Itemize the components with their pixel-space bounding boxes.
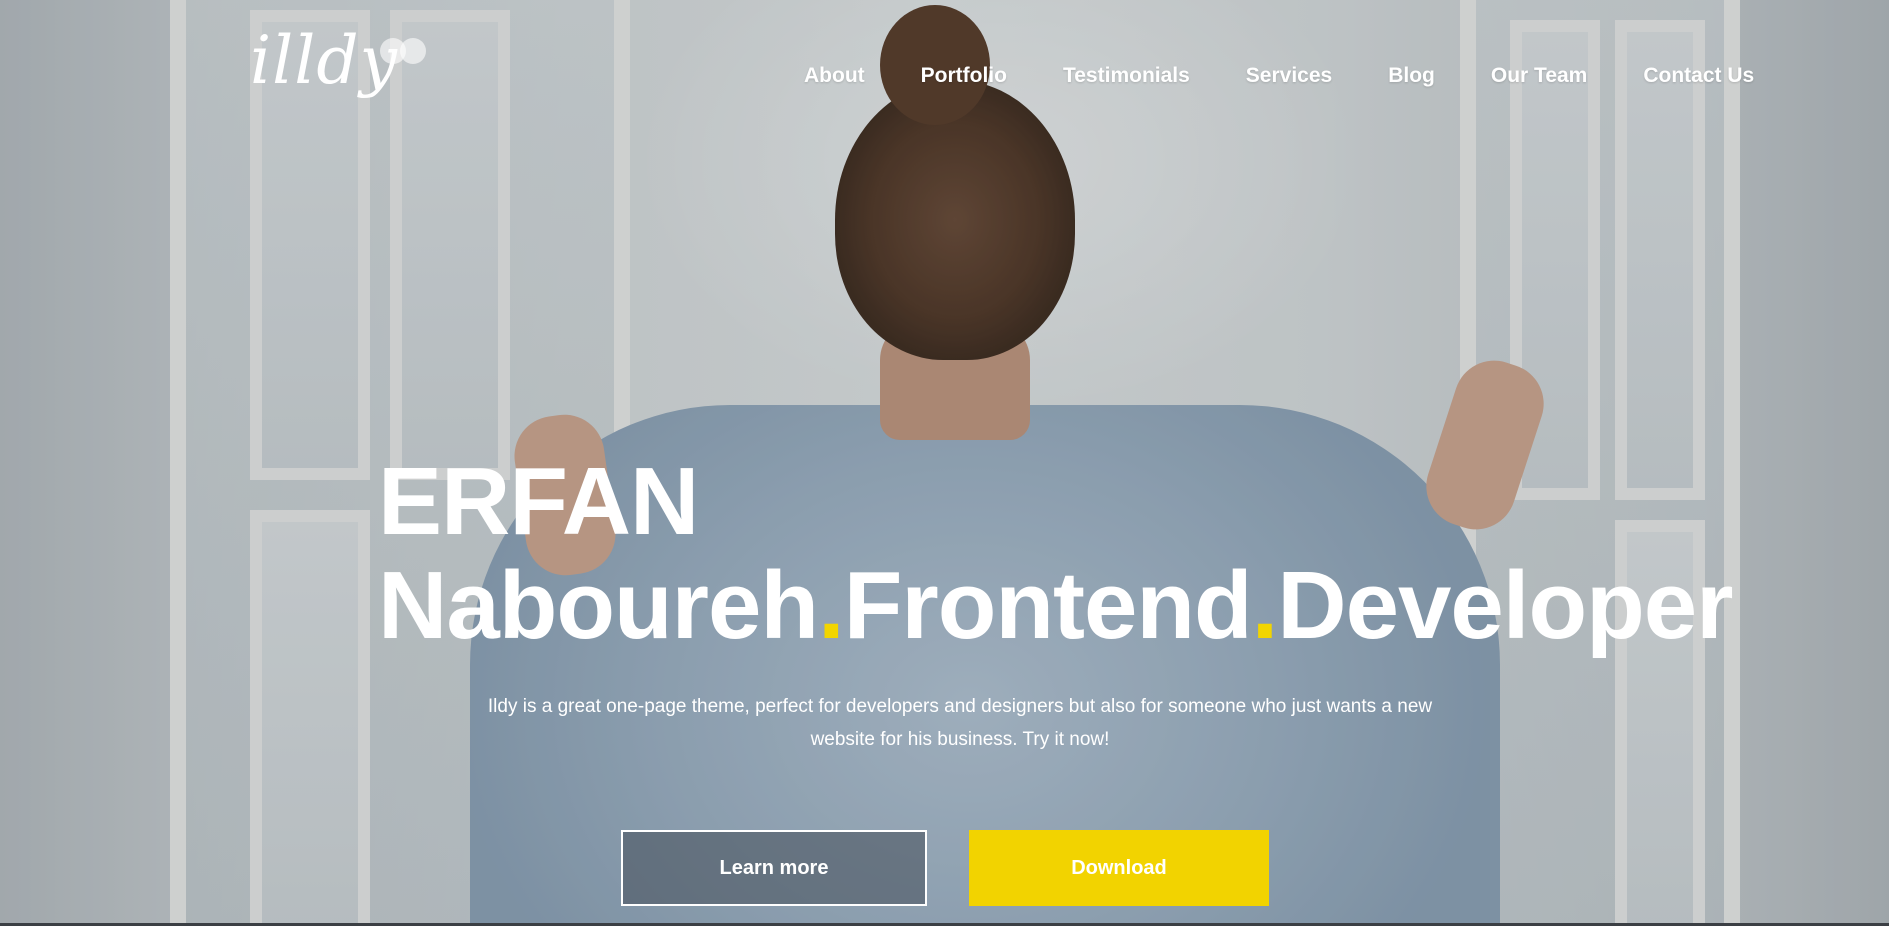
learn-more-button[interactable]: Learn more <box>621 830 927 906</box>
hero-section: illdy About Portfolio Testimonials Servi… <box>0 0 1889 926</box>
headline-part-role: Frontend <box>843 552 1253 659</box>
headline-separator-dot: . <box>1251 552 1279 659</box>
hero-subtitle: Ildy is a great one-page theme, perfect … <box>487 696 1433 750</box>
headline-part-title: Developer <box>1277 552 1733 659</box>
nav-link-contact-us[interactable]: Contact Us <box>1643 64 1754 88</box>
nav-link-portfolio[interactable]: Portfolio <box>921 64 1007 88</box>
nav-link-blog[interactable]: Blog <box>1388 64 1435 88</box>
nav-link-services[interactable]: Services <box>1246 64 1332 88</box>
logo-dot-icon <box>400 38 426 64</box>
nav-link-testimonials[interactable]: Testimonials <box>1063 64 1190 88</box>
download-button[interactable]: Download <box>969 830 1269 906</box>
hero-headline: ERFAN Naboureh.Frontend.Developer <box>378 448 1734 659</box>
headline-tagline: Naboureh.Frontend.Developer <box>378 552 1734 659</box>
headline-part-surname: Naboureh <box>378 552 819 659</box>
main-navigation: About Portfolio Testimonials Services Bl… <box>804 64 1754 88</box>
nav-link-about[interactable]: About <box>804 64 865 88</box>
headline-separator-dot: . <box>818 552 845 659</box>
logo-text: illdy <box>250 22 398 99</box>
headline-name: ERFAN <box>378 448 699 555</box>
site-logo[interactable]: illdy <box>250 22 450 122</box>
nav-link-our-team[interactable]: Our Team <box>1491 64 1587 88</box>
